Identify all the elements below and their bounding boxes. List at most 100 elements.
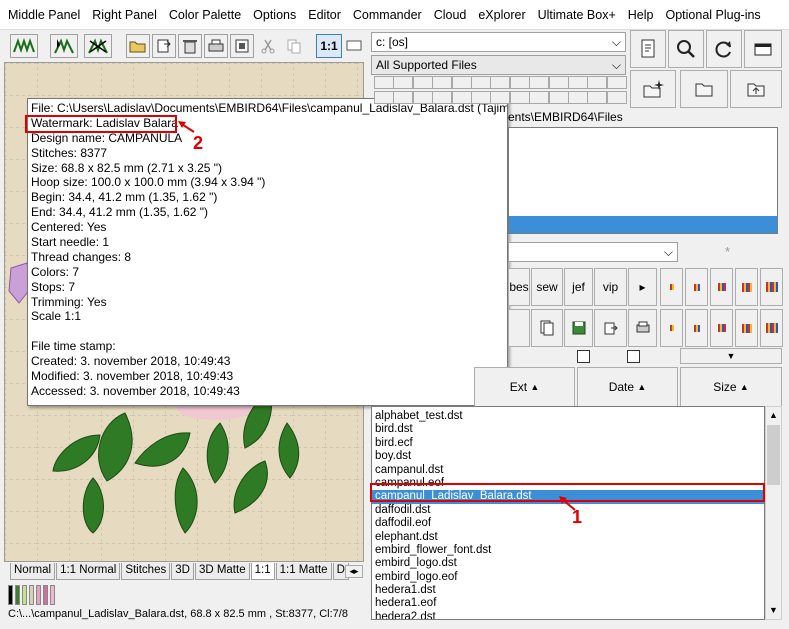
extension-filter-button[interactable] [606, 91, 627, 104]
list-item[interactable]: campanul.dst [372, 464, 764, 477]
scroll-up-icon[interactable]: ▲ [766, 408, 781, 423]
color-layout-icon[interactable] [685, 309, 708, 347]
folder-tree[interactable] [508, 127, 778, 234]
copy-icon[interactable] [282, 34, 306, 58]
extension-filter-button[interactable] [374, 91, 394, 104]
list-item[interactable]: hedera1.eof [372, 597, 764, 610]
list-item[interactable]: daffodil.eof [372, 517, 764, 530]
filter-select[interactable]: All Supported Files ⌵ [371, 55, 626, 75]
open-folder-icon[interactable] [126, 34, 150, 58]
expand-down-icon[interactable]: ▼ [680, 348, 782, 364]
print-icon[interactable] [204, 34, 228, 58]
menu-middle-panel[interactable]: Middle Panel [2, 0, 86, 30]
print-preview-icon[interactable] [628, 309, 657, 347]
extension-filter-button[interactable] [374, 76, 394, 89]
extension-filter-button[interactable] [509, 91, 530, 104]
color-layout-icon[interactable] [710, 309, 733, 347]
export-image-icon[interactable] [230, 34, 254, 58]
menu-options[interactable]: Options [247, 0, 302, 30]
menu-help[interactable]: Help [622, 0, 660, 30]
extension-filter-button[interactable] [548, 91, 569, 104]
list-item[interactable]: embird_flower_font.dst [372, 544, 764, 557]
tab-scroll-icon[interactable]: ◂▸ [345, 565, 363, 578]
thread-color-swatch[interactable] [15, 585, 20, 605]
file-list-scrollbar[interactable]: ▲ ▼ [765, 406, 782, 620]
extension-filter-button[interactable] [548, 76, 569, 89]
thread-color-swatch[interactable] [50, 585, 55, 605]
delete-stitch-icon[interactable] [84, 34, 112, 58]
extension-filter-button[interactable] [451, 76, 472, 89]
thread-color-swatch[interactable] [43, 585, 48, 605]
color-layout-icon[interactable] [685, 268, 708, 306]
extension-filter-button[interactable] [432, 91, 453, 104]
thread-color-swatch[interactable] [8, 585, 13, 605]
scroll-down-icon[interactable]: ▼ [766, 603, 781, 618]
list-item[interactable]: alphabet_test.dst [372, 410, 764, 423]
tab-3d[interactable]: 3D [171, 563, 194, 580]
menu-cloud[interactable]: Cloud [428, 0, 473, 30]
color-layout-icon[interactable] [660, 309, 683, 347]
sort-size-button[interactable]: Size ▲ [680, 367, 782, 407]
sort-ext-button[interactable]: Ext ▲ [474, 367, 575, 407]
sort-select[interactable]: ⌵ [508, 242, 678, 262]
list-item[interactable]: hedera2.dst [372, 611, 764, 619]
extension-filter-button[interactable] [393, 91, 414, 104]
list-item[interactable]: hedera1.dst [372, 584, 764, 597]
tab-1-1[interactable]: 1:1 [250, 563, 275, 580]
extension-filter-button[interactable] [606, 76, 627, 89]
tab-normal[interactable]: Normal [10, 563, 56, 580]
transfer-icon[interactable] [152, 34, 176, 58]
tab-1-1-matte[interactable]: 1:1 Matte [275, 563, 332, 580]
extension-filter-button[interactable] [490, 91, 511, 104]
option-checkbox-2[interactable] [627, 350, 640, 363]
thread-color-swatch[interactable] [36, 585, 41, 605]
drive-select[interactable]: c: [os] ⌵ [371, 32, 626, 52]
refresh-icon[interactable] [706, 30, 742, 68]
menu-commander[interactable]: Commander [347, 0, 428, 30]
folder-tree-selected-row[interactable] [509, 216, 777, 233]
list-item[interactable]: bird.ecf [372, 437, 764, 450]
extension-filter-button[interactable] [529, 91, 550, 104]
extension-filter-button[interactable] [509, 76, 530, 89]
color-layout-icon[interactable] [660, 268, 683, 306]
new-folder-sparkle-icon[interactable] [630, 70, 676, 108]
stitch-view-icon[interactable] [10, 34, 38, 58]
extension-filter-button[interactable] [490, 76, 511, 89]
monitor-icon[interactable] [344, 34, 364, 58]
extension-filter-button[interactable] [412, 76, 433, 89]
color-layout-icon[interactable] [710, 268, 733, 306]
zoom-search-icon[interactable] [668, 30, 704, 68]
menu-color-palette[interactable]: Color Palette [163, 0, 247, 30]
extension-filter-button[interactable] [471, 91, 491, 104]
color-layout-icon[interactable] [735, 309, 758, 347]
zoom-1-1-button[interactable]: 1:1 [316, 34, 342, 58]
tab-3d-matte[interactable]: 3D Matte [194, 563, 250, 580]
extension-filter-button[interactable] [529, 76, 550, 89]
color-layout-icon[interactable] [735, 268, 758, 306]
extension-filter-button[interactable] [471, 76, 491, 89]
extension-filter-button[interactable] [393, 76, 414, 89]
copy-file-icon[interactable] [594, 309, 627, 347]
folder-icon[interactable] [680, 70, 728, 108]
sort-date-button[interactable]: Date ▲ [577, 367, 678, 407]
menu-ultimate-box[interactable]: Ultimate Box+ [532, 0, 622, 30]
extension-filter-button[interactable] [568, 91, 588, 104]
menu-right-panel[interactable]: Right Panel [86, 0, 163, 30]
select-arrow-icon[interactable] [50, 34, 78, 58]
stitch-icon[interactable] [508, 309, 530, 347]
option-checkbox-1[interactable] [577, 350, 590, 363]
pages-icon[interactable] [531, 309, 563, 347]
list-item[interactable]: bird.dst [372, 423, 764, 436]
extension-filter-button[interactable] [451, 91, 472, 104]
save-green-icon[interactable] [564, 309, 593, 347]
format-jef-button[interactable]: jef [564, 268, 593, 306]
extension-filter-button[interactable] [568, 76, 588, 89]
extension-filter-button[interactable] [432, 76, 453, 89]
window-icon[interactable] [744, 30, 782, 68]
menu-optional-plugins[interactable]: Optional Plug-ins [659, 0, 766, 30]
extension-filter-button[interactable] [412, 91, 433, 104]
format-bes-button[interactable]: bes [508, 268, 530, 306]
list-item[interactable]: embird_logo.eof [372, 571, 764, 584]
color-layout-icon[interactable] [760, 309, 783, 347]
color-layout-icon[interactable] [760, 268, 783, 306]
